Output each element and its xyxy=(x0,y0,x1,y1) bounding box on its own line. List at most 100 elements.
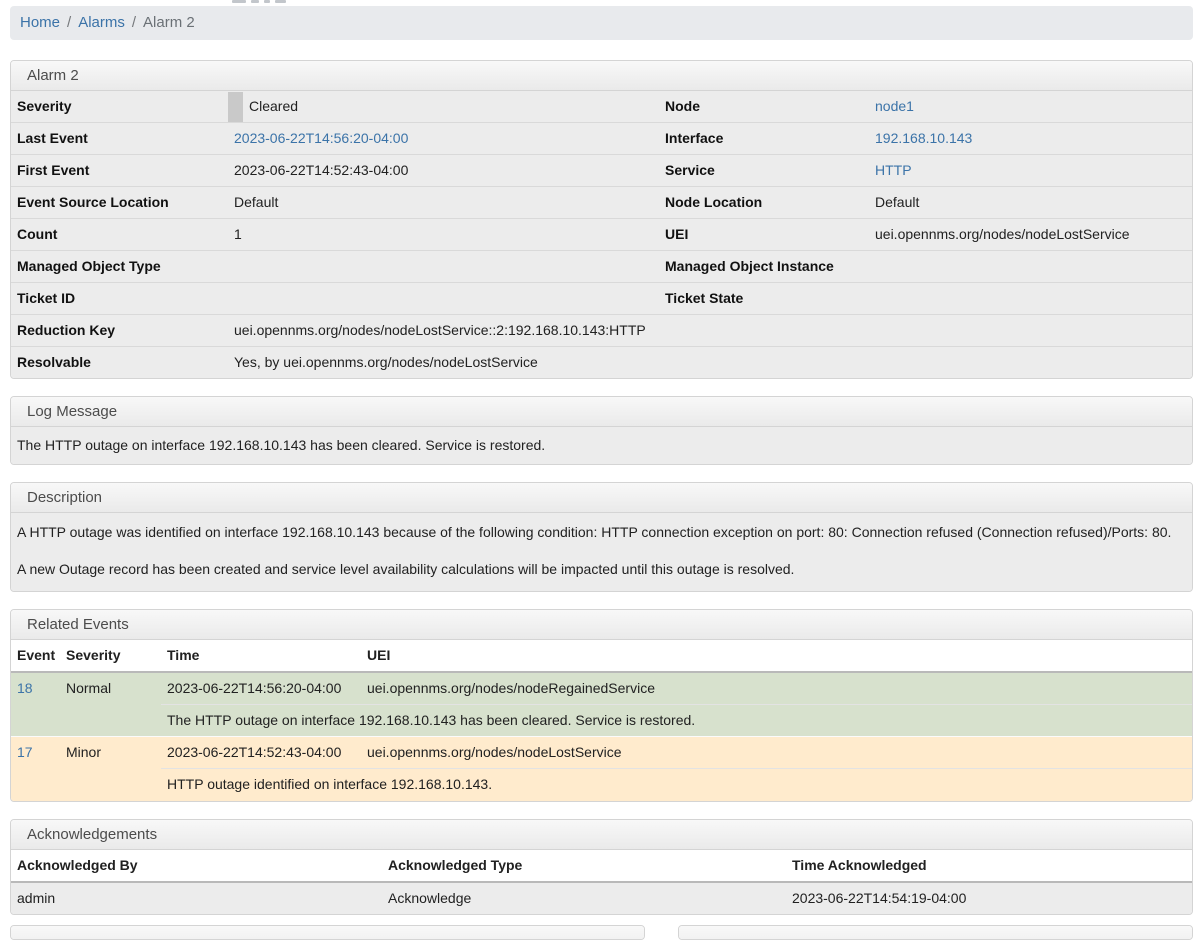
field-value: Default xyxy=(228,187,659,219)
field-label: Event Source Location xyxy=(11,187,228,219)
table-row: Count 1 UEI uei.opennms.org/nodes/nodeLo… xyxy=(11,219,1192,251)
time-acknowledged: 2023-06-22T14:54:19-04:00 xyxy=(786,882,1192,914)
service-link[interactable]: HTTP xyxy=(875,162,912,178)
table-row: First Event 2023-06-22T14:52:43-04:00 Se… xyxy=(11,155,1192,187)
breadcrumb-separator: / xyxy=(67,14,71,31)
partial-panel-right xyxy=(678,925,1193,940)
acknowledgements-table: Acknowledged By Acknowledged Type Time A… xyxy=(11,850,1192,914)
field-label: Resolvable xyxy=(11,347,228,379)
event-message: The HTTP outage on interface 192.168.10.… xyxy=(161,705,1192,737)
acknowledgements-panel: Acknowledgements Acknowledged By Acknowl… xyxy=(10,819,1193,915)
field-value xyxy=(228,283,659,315)
event-time: 2023-06-22T14:52:43-04:00 xyxy=(161,737,361,769)
field-value: 1 xyxy=(228,219,659,251)
field-value: HTTP xyxy=(869,155,1192,187)
field-label: UEI xyxy=(659,219,869,251)
column-header: Acknowledged By xyxy=(11,850,382,882)
event-message-row: HTTP outage identified on interface 192.… xyxy=(11,769,1192,801)
related-events-panel: Related Events Event Severity Time UEI 1… xyxy=(10,609,1193,802)
event-id-link[interactable]: 17 xyxy=(17,744,33,760)
page-content: Home / Alarms / Alarm 2 Alarm 2 Severity Cle… xyxy=(0,0,1203,940)
field-label: Service xyxy=(659,155,869,187)
breadcrumb: Home / Alarms / Alarm 2 xyxy=(10,6,1193,40)
acknowledged-type: Acknowledge xyxy=(382,882,786,914)
event-id-link[interactable]: 18 xyxy=(17,680,33,696)
event-severity: Normal xyxy=(60,672,161,737)
panel-title: Alarm 2 xyxy=(11,61,1192,91)
field-value: uei.opennms.org/nodes/nodeLostService::2… xyxy=(228,315,1192,347)
event-id-cell: 17 xyxy=(11,737,60,801)
field-label: Ticket ID xyxy=(11,283,228,315)
event-severity: Minor xyxy=(60,737,161,801)
column-header: Acknowledged Type xyxy=(382,850,786,882)
last-event-link[interactable]: 2023-06-22T14:56:20-04:00 xyxy=(234,130,408,146)
field-label: Node Location xyxy=(659,187,869,219)
field-value: 2023-06-22T14:56:20-04:00 xyxy=(228,123,659,155)
table-row: Last Event 2023-06-22T14:56:20-04:00 Int… xyxy=(11,123,1192,155)
field-label: Managed Object Instance xyxy=(659,251,869,283)
field-label: Ticket State xyxy=(659,283,869,315)
column-header: Event xyxy=(11,640,60,672)
field-value xyxy=(869,251,1192,283)
field-label: Managed Object Type xyxy=(11,251,228,283)
field-label: Reduction Key xyxy=(11,315,228,347)
severity-color-bar xyxy=(228,92,243,122)
alarm-detail-panel: Alarm 2 Severity Cleared Node node1 Last… xyxy=(10,60,1193,379)
severity-value: Cleared xyxy=(249,98,298,115)
table-row: Ticket ID Ticket State xyxy=(11,283,1192,315)
description-paragraph: A new Outage record has been created and… xyxy=(17,561,1186,578)
acknowledged-by: admin xyxy=(11,882,382,914)
field-label: Node xyxy=(659,91,869,123)
table-row: Severity Cleared Node node1 xyxy=(11,91,1192,123)
event-id-cell: 18 xyxy=(11,672,60,737)
panel-title: Acknowledgements xyxy=(11,820,1192,850)
log-message-panel: Log Message The HTTP outage on interface… xyxy=(10,396,1193,465)
field-value xyxy=(228,251,659,283)
field-value: Yes, by uei.opennms.org/nodes/nodeLostSe… xyxy=(228,347,1192,379)
related-events-table: Event Severity Time UEI 18 Normal 2023-0… xyxy=(11,640,1192,801)
table-row: Resolvable Yes, by uei.opennms.org/nodes… xyxy=(11,347,1192,379)
interface-link[interactable]: 192.168.10.143 xyxy=(875,130,972,146)
breadcrumb-alarms-link[interactable]: Alarms xyxy=(78,14,125,31)
field-label: Interface xyxy=(659,123,869,155)
field-value: 192.168.10.143 xyxy=(869,123,1192,155)
field-value: node1 xyxy=(869,91,1192,123)
table-row: Event Source Location Default Node Locat… xyxy=(11,187,1192,219)
field-label: First Event xyxy=(11,155,228,187)
event-message: HTTP outage identified on interface 192.… xyxy=(161,769,1192,801)
column-header: Severity xyxy=(60,640,161,672)
description-paragraph: A HTTP outage was identified on interfac… xyxy=(17,524,1186,541)
panel-title xyxy=(11,926,644,940)
breadcrumb-separator: / xyxy=(132,14,136,31)
description-body: A HTTP outage was identified on interfac… xyxy=(11,513,1192,591)
field-label: Severity xyxy=(11,91,228,123)
description-panel: Description A HTTP outage was identified… xyxy=(10,482,1193,592)
alarm-details-table: Severity Cleared Node node1 Last Event 2… xyxy=(11,91,1192,378)
column-header: Time xyxy=(161,640,361,672)
event-time: 2023-06-22T14:56:20-04:00 xyxy=(161,672,361,705)
breadcrumb-current: Alarm 2 xyxy=(143,14,195,31)
event-row: 17 Minor 2023-06-22T14:52:43-04:00 uei.o… xyxy=(11,737,1192,769)
field-value: uei.opennms.org/nodes/nodeLostService xyxy=(869,219,1192,251)
event-uei: uei.opennms.org/nodes/nodeRegainedServic… xyxy=(361,672,1192,705)
severity-value-cell: Cleared xyxy=(228,91,659,123)
event-row: 18 Normal 2023-06-22T14:56:20-04:00 uei.… xyxy=(11,672,1192,705)
field-value: Default xyxy=(869,187,1192,219)
panel-title: Log Message xyxy=(11,397,1192,427)
table-header-row: Acknowledged By Acknowledged Type Time A… xyxy=(11,850,1192,882)
log-message-text: The HTTP outage on interface 192.168.10.… xyxy=(11,427,1192,464)
table-row: Reduction Key uei.opennms.org/nodes/node… xyxy=(11,315,1192,347)
breadcrumb-home-link[interactable]: Home xyxy=(20,14,60,31)
column-header: UEI xyxy=(361,640,1192,672)
node-link[interactable]: node1 xyxy=(875,98,914,114)
bottom-panels-row xyxy=(10,925,1193,940)
table-header-row: Event Severity Time UEI xyxy=(11,640,1192,672)
event-uei: uei.opennms.org/nodes/nodeLostService xyxy=(361,737,1192,769)
acknowledgement-row: admin Acknowledge 2023-06-22T14:54:19-04… xyxy=(11,882,1192,914)
field-label: Last Event xyxy=(11,123,228,155)
table-row: Managed Object Type Managed Object Insta… xyxy=(11,251,1192,283)
field-label: Count xyxy=(11,219,228,251)
panel-title xyxy=(679,926,1192,940)
panel-title: Related Events xyxy=(11,610,1192,640)
field-value: 2023-06-22T14:52:43-04:00 xyxy=(228,155,659,187)
